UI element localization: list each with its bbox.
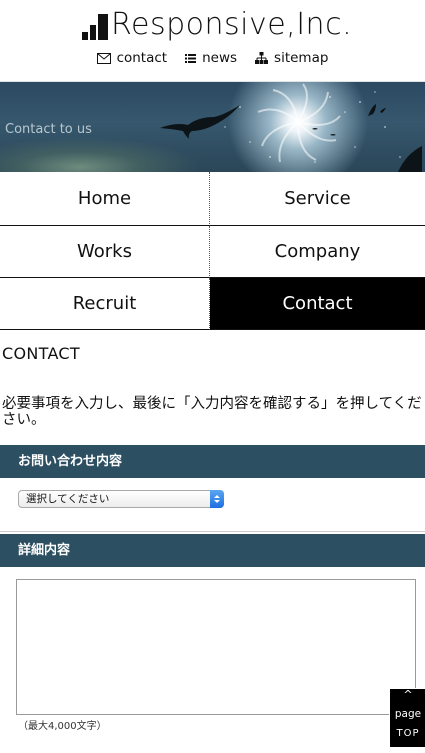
nav-recruit[interactable]: Recruit <box>0 278 210 330</box>
sitemap-link-label: sitemap <box>274 50 329 66</box>
mail-icon <box>96 52 111 64</box>
sitemap-icon <box>255 52 269 64</box>
logo-text: Responsive,Inc. <box>111 7 353 42</box>
detail-char-limit-note: （最大4,000文字） <box>18 721 107 732</box>
nav-home[interactable]: Home <box>0 172 210 226</box>
bird-large <box>160 105 240 139</box>
intro-text: 必要事項を入力し、最後に「入力内容を確認する」を押してください。 <box>2 396 422 428</box>
sitemap-link[interactable]: sitemap <box>255 50 328 66</box>
inquiry-select-row: 選択してください <box>0 478 425 532</box>
caret-up-icon: ^ <box>403 688 413 701</box>
news-link[interactable]: news <box>185 50 237 66</box>
contact-link[interactable]: contact <box>96 50 168 66</box>
list-icon <box>185 53 197 63</box>
nav-company[interactable]: Company <box>210 226 425 278</box>
detail-field-row: （最大4,000文字） <box>0 567 425 747</box>
utility-nav: contact news sitemap <box>0 50 425 66</box>
select-arrows-icon <box>210 490 224 508</box>
page-top-label-page: page <box>394 708 422 720</box>
inquiry-section-heading: お問い合わせ内容 <box>0 445 425 478</box>
news-link-label: news <box>202 50 238 66</box>
detail-section-heading: 詳細内容 <box>0 534 425 567</box>
hero-banner: Contact to us <box>0 82 425 172</box>
site-header: Responsive,Inc. contact news sitemap <box>0 0 425 82</box>
nav-works[interactable]: Works <box>0 226 210 278</box>
inquiry-type-select[interactable]: 選択してください <box>18 490 224 508</box>
inquiry-type-select-value: 選択してください <box>26 493 110 505</box>
page-top-button[interactable]: ^ page TOP <box>389 688 425 747</box>
logo-bars-icon <box>82 14 108 40</box>
detail-textarea[interactable] <box>16 579 416 715</box>
contact-link-label: contact <box>116 50 168 66</box>
nav-service[interactable]: Service <box>210 172 425 226</box>
page-title: CONTACT <box>2 344 80 363</box>
banner-title: Contact to us <box>5 122 92 137</box>
site-logo[interactable]: Responsive,Inc. <box>82 10 352 40</box>
page-top-label-top: TOP <box>396 728 420 739</box>
nav-contact[interactable]: Contact <box>210 278 425 330</box>
global-nav: Home Service Works Company Recruit Conta… <box>0 172 425 330</box>
